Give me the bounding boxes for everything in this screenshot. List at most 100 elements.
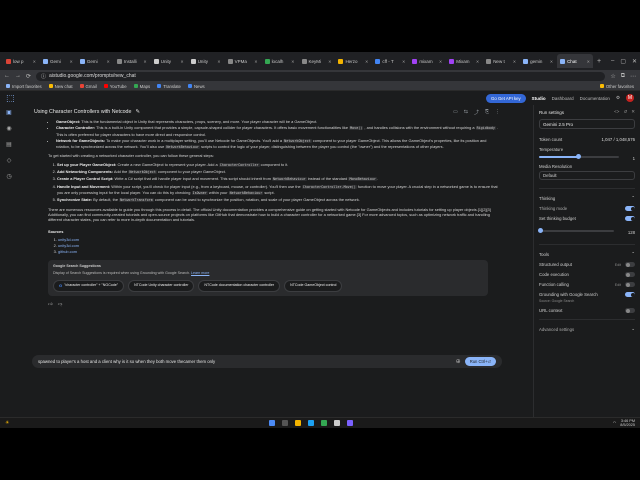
build-icon[interactable]: ◇ (7, 157, 12, 164)
browser-tab[interactable]: gemin ✕ (520, 54, 556, 68)
thinking-budget-slider[interactable] (538, 228, 614, 233)
learn-more-link[interactable]: Learn more (191, 271, 209, 275)
reset-icon[interactable]: ↺ (623, 109, 627, 115)
close-tab-icon[interactable]: ✕ (550, 59, 553, 64)
bookmark-import-favorites[interactable]: Import favorites (6, 84, 42, 89)
chevron-down-icon[interactable]: ⌄ (631, 326, 635, 332)
compare-icon[interactable]: ⇆ (464, 109, 468, 116)
more-icon[interactable]: ⋮ (495, 109, 500, 116)
run-button[interactable]: Run Ctrl+⏎ (464, 357, 496, 366)
minimize-icon[interactable]: – (611, 58, 614, 65)
close-tab-icon[interactable]: ✕ (106, 59, 109, 64)
tool-toggle[interactable] (625, 272, 635, 277)
temperature-slider[interactable] (539, 154, 619, 159)
close-tab-icon[interactable]: ✕ (254, 59, 257, 64)
bookmark-new-chat[interactable]: New chat (48, 84, 73, 89)
close-tab-icon[interactable]: ✕ (33, 59, 36, 64)
source-link[interactable]: unity3d.com (58, 237, 79, 242)
nav-studio[interactable]: Studio (532, 96, 546, 101)
close-tab-icon[interactable]: ✕ (587, 59, 590, 64)
clock[interactable]: 3:46 PM 8/5/2025 (620, 419, 635, 427)
close-tab-icon[interactable]: ✕ (291, 59, 294, 64)
source-link[interactable]: github.com (58, 249, 77, 254)
site-info-icon[interactable]: ⓘ (41, 73, 46, 80)
new-tab-icon[interactable]: + (594, 58, 604, 65)
browser-tab[interactable]: Unity ✕ (151, 54, 187, 68)
stream-icon[interactable]: ◉ (6, 125, 11, 132)
wifi-icon[interactable]: ◠ (613, 421, 616, 425)
studio-logo-icon[interactable]: ⬚ (6, 93, 15, 104)
browser-tab[interactable]: Chat ✕ (557, 54, 593, 68)
settings-gear-icon[interactable]: ⚙ (616, 95, 620, 101)
maximize-icon[interactable]: ▢ (620, 58, 626, 65)
bookmark-youtube[interactable]: YouTube (103, 84, 127, 89)
visual-studio-icon[interactable] (347, 420, 354, 426)
thumbs-up-icon[interactable]: 👍︎ (48, 301, 53, 306)
browser-tab[interactable]: low p ✕ (3, 54, 39, 68)
thinking-budget-value[interactable]: 128 (628, 230, 635, 235)
star-icon[interactable]: ☆ (610, 73, 615, 80)
close-panel-icon[interactable]: ✕ (631, 109, 635, 115)
browser-tab[interactable]: Installi ✕ (114, 54, 150, 68)
forward-icon[interactable]: → (15, 73, 21, 79)
prompt-input[interactable]: spawned to player's a host and a client … (38, 359, 452, 364)
media-icon[interactable]: ▤ (6, 141, 12, 148)
suggestion-chip[interactable]: NTCode documentation character controlle… (198, 280, 281, 292)
tool-toggle[interactable] (625, 308, 635, 313)
close-tab-icon[interactable]: ✕ (365, 59, 368, 64)
bookmark-gmail[interactable]: Gmail (79, 84, 97, 89)
bookmark-maps[interactable]: Maps (133, 84, 150, 89)
thumbs-down-icon[interactable]: 👎︎ (58, 301, 63, 306)
close-tab-icon[interactable]: ✕ (180, 59, 183, 64)
unity-icon[interactable] (334, 420, 341, 426)
close-tab-icon[interactable]: ✕ (328, 59, 331, 64)
nav-dashboard[interactable]: Dashboard (552, 96, 574, 101)
browser-tab[interactable]: Gemi ✕ (40, 54, 76, 68)
browser-tab[interactable]: KeyMi ✕ (299, 54, 335, 68)
browser-tab[interactable]: VPMa ✕ (225, 54, 261, 68)
weather-icon[interactable]: ☀ (5, 420, 9, 426)
chevron-up-icon[interactable]: ⌃ (631, 195, 635, 201)
system-tray[interactable]: ◠ 3:46 PM 8/5/2025 (613, 419, 635, 427)
advanced-settings-row[interactable]: Advanced settings ⌄ (539, 326, 635, 332)
back-icon[interactable]: ← (4, 73, 10, 79)
browser-tab[interactable]: Unity ✕ (188, 54, 224, 68)
avatar[interactable]: M (626, 94, 634, 102)
tool-toggle[interactable] (625, 262, 635, 267)
chevron-up-icon[interactable]: ⌃ (631, 251, 635, 257)
get-api-key-button[interactable]: Go Get API key (486, 93, 526, 103)
other-favorites[interactable]: Other favorites (599, 84, 634, 89)
start-icon[interactable] (269, 420, 276, 426)
browser-tab[interactable]: Herzo ✕ (335, 54, 371, 68)
close-tab-icon[interactable]: ✕ (476, 59, 479, 64)
bookmark-translate[interactable]: Translate (157, 84, 181, 89)
browser-tab[interactable]: Gemi ✕ (77, 54, 113, 68)
model-selector[interactable]: Gemini 2.5 Pro (539, 119, 635, 129)
source-link[interactable]: unity3d.com (58, 243, 79, 248)
browser-tab[interactable]: cff - T ✕ (372, 54, 408, 68)
tool-toggle[interactable] (625, 292, 635, 297)
thinking-mode-toggle[interactable] (625, 206, 635, 211)
media-resolution-dropdown[interactable]: Default (539, 171, 635, 180)
file-explorer-icon[interactable] (295, 420, 302, 426)
chat-icon[interactable]: ▣ (6, 109, 12, 116)
close-tab-icon[interactable]: ✕ (70, 59, 73, 64)
address-bar[interactable]: ⓘ aistudio.google.com/prompts/new_chat (36, 71, 606, 81)
browser-tab[interactable]: Mixam ✕ (446, 54, 482, 68)
suggestion-chip[interactable]: NTCode Unity character controller (128, 280, 195, 292)
prompt-composer[interactable]: spawned to player's a host and a client … (32, 355, 502, 368)
add-media-icon[interactable]: ⊕ (456, 358, 461, 365)
close-tab-icon[interactable]: ✕ (513, 59, 516, 64)
extensions-icon[interactable]: ⧉ (621, 73, 625, 80)
close-tab-icon[interactable]: ✕ (402, 59, 405, 64)
suggestion-chip[interactable]: NTCode GameObject control (284, 280, 343, 292)
reload-icon[interactable]: ⟳ (26, 73, 31, 80)
close-tab-icon[interactable]: ✕ (143, 59, 146, 64)
token-icon[interactable]: ▭ (453, 109, 458, 116)
tool-toggle[interactable] (625, 282, 635, 287)
temperature-value[interactable]: 1 (633, 156, 635, 161)
chrome-icon[interactable] (321, 420, 328, 426)
search-icon[interactable] (282, 420, 289, 426)
close-window-icon[interactable]: ✕ (632, 58, 637, 65)
history-icon[interactable]: ◷ (6, 173, 11, 180)
